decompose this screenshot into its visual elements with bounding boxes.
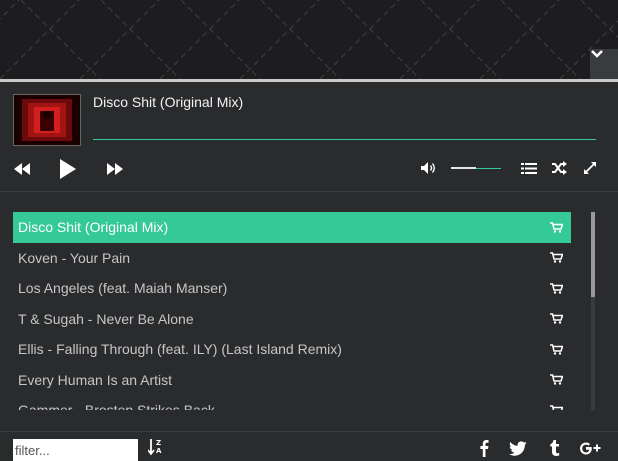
playlist-scrollbar[interactable] [591, 212, 595, 410]
playlist-item[interactable]: Ellis - Falling Through (feat. ILY) (Las… [13, 334, 571, 365]
svg-text:Z: Z [156, 439, 161, 447]
cart-icon [550, 222, 563, 233]
playlist-item[interactable]: Every Human Is an Artist [13, 365, 571, 396]
fast-forward-icon [107, 163, 123, 175]
playlist-item-active[interactable]: Disco Shit (Original Mix) [13, 212, 571, 243]
playlist-item-label: T & Sugah - Never Be Alone [18, 310, 194, 327]
divider [0, 431, 618, 432]
album-cover [13, 94, 81, 146]
banner-pattern [0, 0, 618, 79]
play-button[interactable] [56, 156, 80, 182]
sort-alpha-icon: Z A [148, 439, 162, 456]
facebook-icon [480, 440, 489, 457]
buy-button[interactable] [550, 334, 563, 365]
twitter-icon [509, 440, 527, 456]
cart-icon [550, 405, 563, 410]
chevron-down-icon [591, 50, 603, 58]
buy-button[interactable] [550, 243, 563, 274]
buy-button[interactable] [550, 273, 563, 304]
playlist-item[interactable]: Los Angeles (feat. Maiah Manser) [13, 273, 571, 304]
progress-bar[interactable] [93, 139, 596, 140]
rewind-button[interactable] [12, 159, 32, 179]
play-icon [60, 159, 76, 179]
playlist-toggle-button[interactable] [519, 159, 539, 177]
buy-button[interactable] [550, 212, 563, 243]
playlist-item[interactable]: Koven - Your Pain [13, 243, 571, 274]
cart-icon [550, 313, 563, 324]
fast-forward-button[interactable] [105, 159, 125, 179]
fullscreen-button[interactable] [580, 159, 600, 177]
facebook-share-button[interactable] [474, 439, 494, 457]
tumblr-share-button[interactable] [544, 439, 564, 457]
buy-button[interactable] [550, 304, 563, 335]
header-banner [0, 0, 618, 79]
cart-icon [550, 344, 563, 355]
buy-button[interactable] [550, 395, 563, 410]
shuffle-icon [552, 161, 567, 175]
album-art-image [14, 95, 80, 145]
playlist: Disco Shit (Original Mix) Koven - Your P… [13, 212, 571, 410]
playlist-item-label: Koven - Your Pain [18, 249, 131, 266]
cart-icon [550, 252, 563, 263]
twitter-share-button[interactable] [508, 439, 528, 457]
google-plus-share-button[interactable] [578, 439, 602, 457]
shuffle-button[interactable] [549, 159, 569, 177]
volume-button[interactable] [419, 159, 437, 177]
scrollbar-thumb[interactable] [591, 212, 595, 297]
filter-input[interactable] [13, 439, 138, 461]
divider [0, 191, 618, 192]
tumblr-icon [549, 440, 559, 456]
list-icon [521, 162, 537, 174]
volume-slider[interactable] [451, 167, 501, 169]
volume-icon [420, 162, 435, 174]
playlist-item-label: Every Human Is an Artist [18, 371, 173, 388]
expand-icon [584, 162, 596, 174]
playlist-item-label: Los Angeles (feat. Maiah Manser) [18, 280, 228, 296]
cart-icon [550, 283, 563, 294]
buy-button[interactable] [550, 365, 563, 396]
volume-level [451, 167, 476, 169]
playlist-item-label: Gammer - Brostep Strikes Back [18, 402, 215, 410]
playlist-item[interactable]: T & Sugah - Never Be Alone [13, 304, 571, 335]
sort-button[interactable]: Z A [147, 438, 165, 458]
playlist-item-label: Disco Shit (Original Mix) [18, 219, 169, 235]
cart-icon [550, 374, 563, 385]
player-panel: Disco Shit (Original Mix) [0, 82, 618, 192]
rewind-icon [14, 163, 30, 175]
playlist-item-label: Ellis - Falling Through (feat. ILY) (Las… [18, 341, 342, 357]
collapse-button[interactable] [590, 49, 618, 79]
playlist-item[interactable]: Gammer - Brostep Strikes Back [13, 395, 571, 410]
now-playing-title: Disco Shit (Original Mix) [93, 94, 244, 110]
